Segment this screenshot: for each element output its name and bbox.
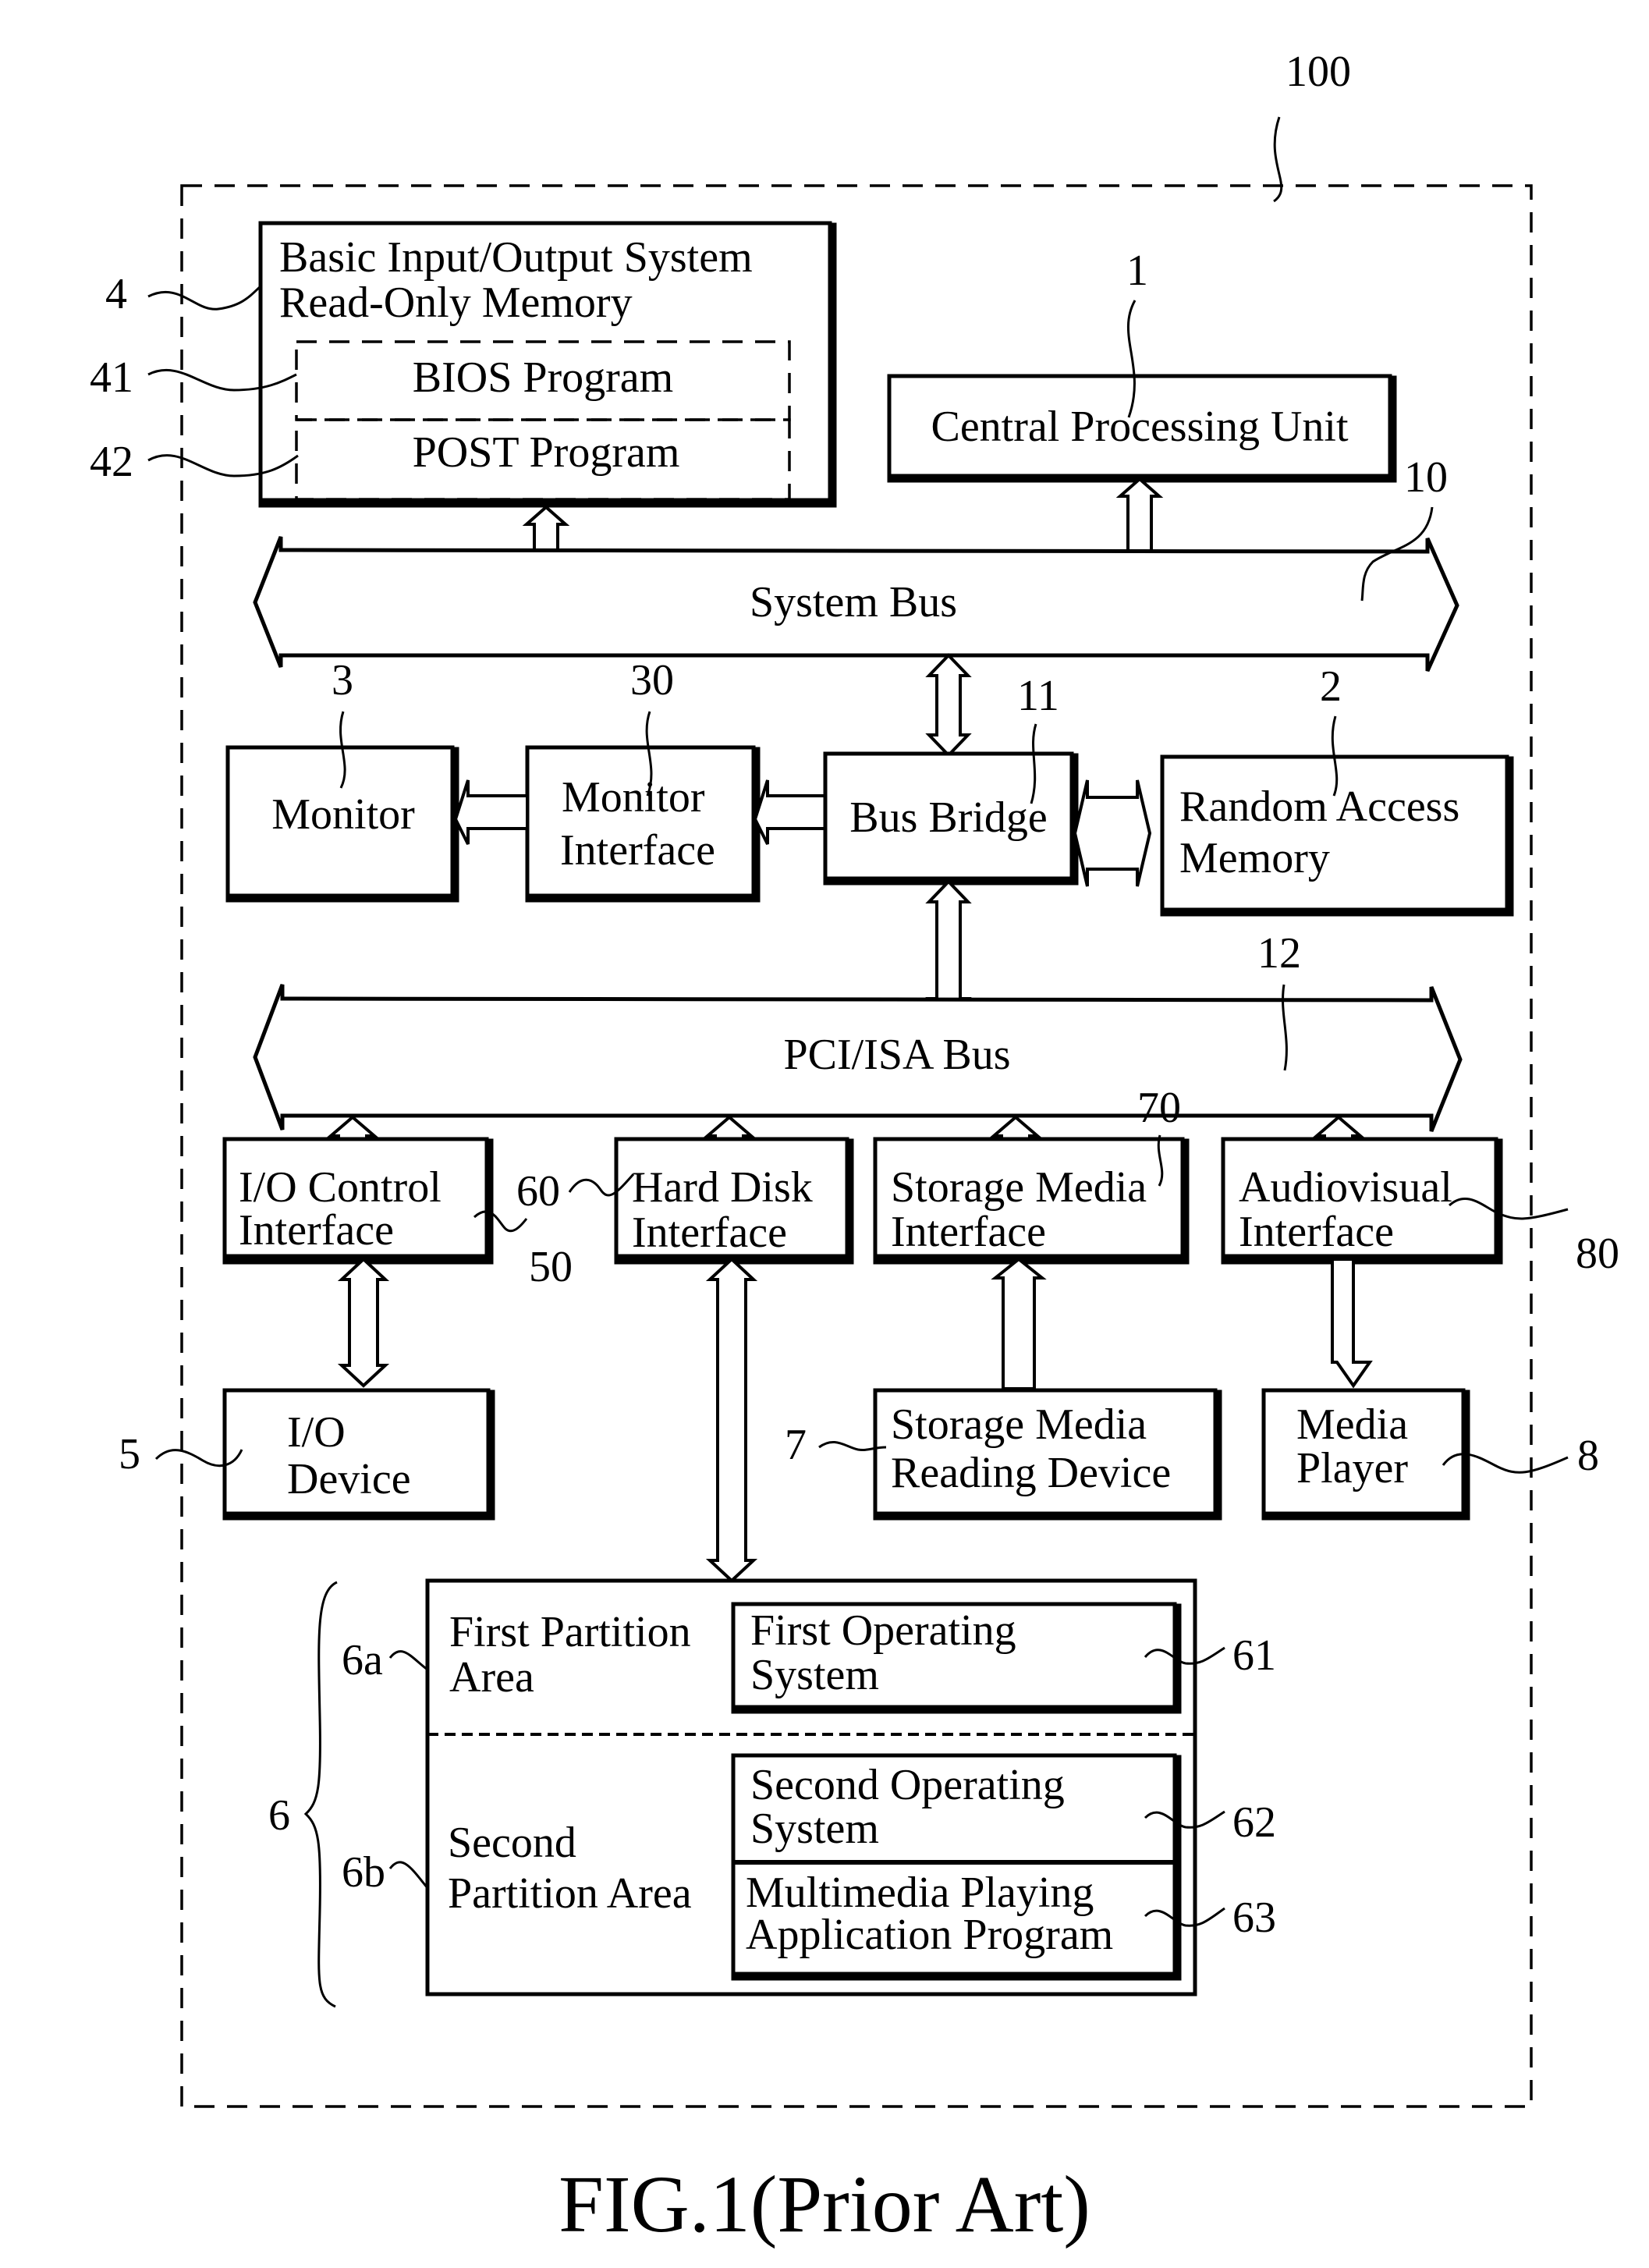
second-os-line2: System xyxy=(750,1805,879,1853)
ref-6a: 6a xyxy=(342,1636,383,1684)
arrow-bridge-interface xyxy=(753,779,827,845)
io-control-interface-block: I/O Control Interface xyxy=(222,1137,494,1265)
media-player-block: Media Player xyxy=(1261,1388,1470,1521)
ref-50: 50 xyxy=(529,1243,573,1291)
ref-60: 60 xyxy=(516,1167,560,1216)
monitor-label: Monitor xyxy=(271,790,415,839)
io-device-line1: I/O xyxy=(287,1408,346,1457)
monitor-interface-block: Monitor Interface xyxy=(525,745,761,903)
second-os-line1: Second Operating xyxy=(750,1761,1065,1809)
ref-70: 70 xyxy=(1137,1084,1181,1132)
arrow-av-player xyxy=(1331,1258,1373,1389)
ram-line1: Random Access xyxy=(1179,783,1459,831)
ref-62: 62 xyxy=(1232,1798,1276,1847)
ref-6b: 6b xyxy=(342,1848,385,1897)
hdd-interface-line2: Interface xyxy=(632,1209,787,1257)
arrow-hdd-harddisk xyxy=(705,1257,758,1583)
ref-30: 30 xyxy=(630,656,674,705)
bios-rom-line1: Basic Input/Output System xyxy=(279,233,753,282)
bus-bridge-label: Bus Bridge xyxy=(849,793,1048,842)
hard-disk-interface-block: Hard Disk Interface xyxy=(614,1137,854,1265)
av-interface-line2: Interface xyxy=(1239,1208,1394,1256)
mm-app-line1: Multimedia Playing xyxy=(746,1869,1094,1917)
storage-reader-line1: Storage Media xyxy=(891,1400,1147,1449)
ref-61: 61 xyxy=(1232,1631,1276,1680)
io-control-line1: I/O Control xyxy=(239,1163,442,1212)
post-program-label: POST Program xyxy=(413,428,680,477)
second-partition-line1: Second xyxy=(448,1819,576,1867)
second-partition-line2: Partition Area xyxy=(448,1869,692,1918)
block-diagram: 100 Basic Input/Output System Read-Only … xyxy=(90,48,1619,2249)
first-partition-line2: Area xyxy=(449,1653,534,1702)
storage-interface-line1: Storage Media xyxy=(891,1163,1147,1212)
arrow-io-iodevice xyxy=(337,1257,390,1388)
storage-media-interface-block: Storage Media Interface xyxy=(873,1137,1190,1265)
first-os-line2: System xyxy=(750,1651,879,1699)
ref-7: 7 xyxy=(785,1421,807,1469)
first-os-line1: First Operating xyxy=(750,1606,1016,1655)
system-bus: System Bus xyxy=(253,536,1459,673)
monitor-interface-line2: Interface xyxy=(560,826,715,875)
ref-2: 2 xyxy=(1320,662,1342,711)
ref-5: 5 xyxy=(119,1430,140,1478)
cpu-label: Central Processing Unit xyxy=(931,403,1348,451)
system-bus-label: System Bus xyxy=(750,578,957,626)
ref-1: 1 xyxy=(1126,247,1148,295)
bios-rom-block: Basic Input/Output System Read-Only Memo… xyxy=(258,221,837,508)
ref-100: 100 xyxy=(1286,48,1351,96)
media-player-line1: Media xyxy=(1296,1400,1408,1449)
ref-80: 80 xyxy=(1576,1230,1619,1278)
media-player-line2: Player xyxy=(1296,1444,1408,1492)
io-control-line2: Interface xyxy=(239,1206,394,1255)
ram-line2: Memory xyxy=(1179,834,1330,882)
ref-12: 12 xyxy=(1257,929,1301,978)
arrow-sysbus-bridge xyxy=(925,653,972,758)
hdd-interface-line1: Hard Disk xyxy=(632,1163,813,1212)
monitor-block: Monitor xyxy=(225,745,459,903)
leader-4 xyxy=(147,284,263,311)
bus-bridge-block: Bus Bridge xyxy=(823,751,1079,886)
arrow-interface-monitor xyxy=(453,779,529,845)
ref-42: 42 xyxy=(90,438,133,486)
ref-6: 6 xyxy=(268,1791,290,1840)
av-interface-line1: Audiovisual xyxy=(1239,1163,1452,1212)
leader-6b xyxy=(388,1861,429,1889)
storage-reading-device-block: Storage Media Reading Device xyxy=(873,1388,1222,1521)
io-device-block: I/O Device xyxy=(222,1388,495,1521)
ref-8: 8 xyxy=(1577,1432,1599,1480)
storage-reader-line2: Reading Device xyxy=(891,1449,1171,1497)
leader-6a xyxy=(388,1650,428,1671)
first-partition-line1: First Partition xyxy=(449,1608,691,1656)
arrow-reader-storage xyxy=(991,1257,1047,1390)
figure-caption: FIG.1(Prior Art) xyxy=(559,2160,1090,2249)
arrow-bridge-ram xyxy=(1073,779,1152,887)
bios-rom-line2: Read-Only Memory xyxy=(279,279,633,327)
pci-bus-label: PCI/ISA Bus xyxy=(784,1031,1011,1079)
ref-11: 11 xyxy=(1017,672,1059,720)
storage-interface-line2: Interface xyxy=(891,1208,1046,1256)
monitor-interface-line1: Monitor xyxy=(562,773,705,822)
mm-app-line2: Application Program xyxy=(746,1911,1113,1959)
leader-100 xyxy=(1273,116,1283,203)
io-device-line2: Device xyxy=(287,1455,411,1503)
ref-4: 4 xyxy=(105,270,127,318)
ref-3: 3 xyxy=(332,656,353,705)
hard-disk-block: First Partition Area Second Partition Ar… xyxy=(425,1578,1197,1996)
cpu-block: Central Processing Unit xyxy=(887,374,1397,483)
ref-10: 10 xyxy=(1404,453,1448,502)
ref-63: 63 xyxy=(1232,1894,1276,1942)
hard-disk-brace xyxy=(303,1581,338,2008)
ref-41: 41 xyxy=(90,353,133,402)
pci-bus: PCI/ISA Bus xyxy=(253,984,1463,1132)
bios-program-label: BIOS Program xyxy=(413,353,673,402)
